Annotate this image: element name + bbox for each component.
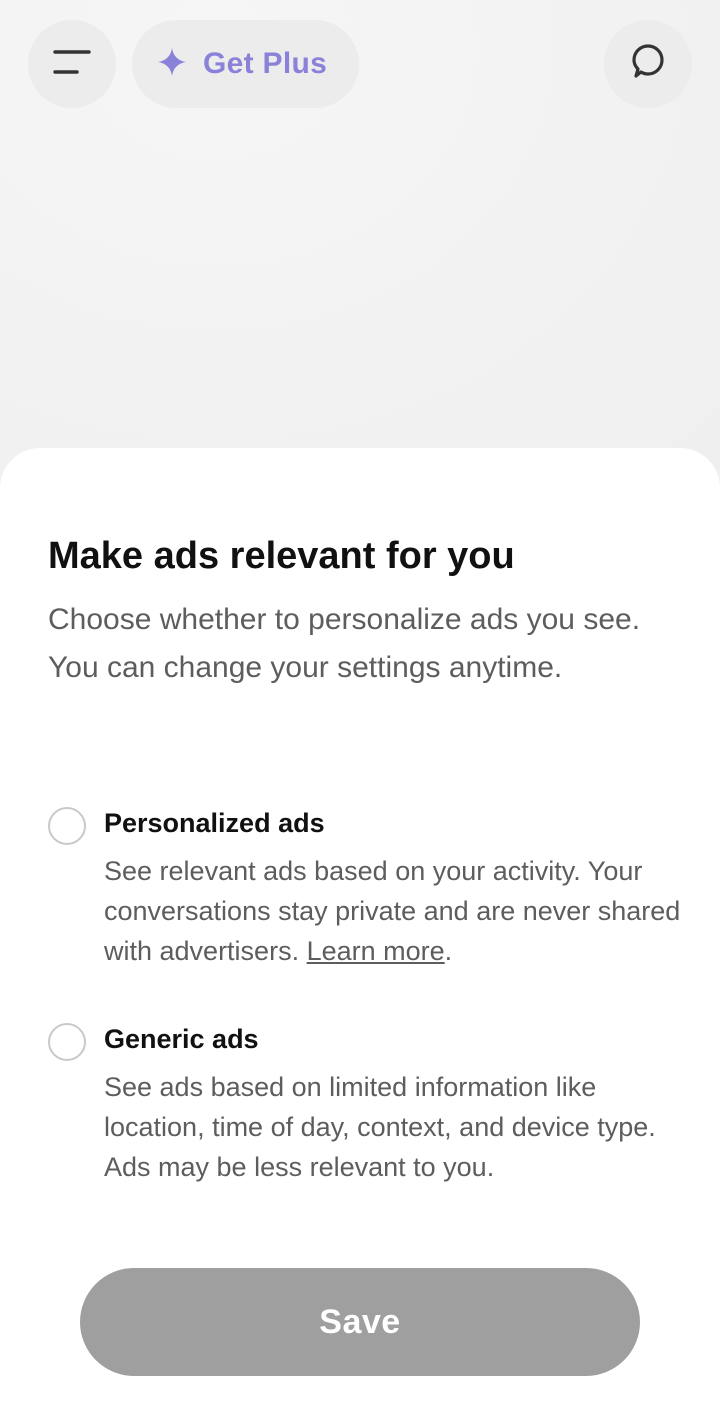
learn-more-suffix: .	[444, 936, 453, 966]
hamburger-menu-icon	[52, 48, 92, 81]
new-chat-button[interactable]	[604, 20, 692, 108]
generic-ads-radio[interactable]	[48, 1023, 86, 1061]
personalized-ads-description: See relevant ads based on your activity.…	[104, 851, 684, 971]
generic-ads-description: See ads based on limited information lik…	[104, 1072, 656, 1182]
chat-bubble-icon	[626, 40, 670, 89]
personalized-ads-radio[interactable]	[48, 807, 86, 845]
get-plus-label: Get Plus	[203, 47, 328, 80]
personalized-ads-title[interactable]: Personalized ads	[104, 803, 325, 843]
sheet-title: Make ads relevant for you	[48, 535, 515, 577]
get-plus-button[interactable]: Get Plus	[132, 20, 359, 108]
save-button[interactable]: Save	[80, 1268, 640, 1376]
menu-button[interactable]	[28, 20, 116, 108]
learn-more-link[interactable]: Learn more	[307, 936, 445, 966]
sparkle-icon	[157, 47, 187, 82]
sheet-description: Choose whether to personalize ads you se…	[48, 603, 641, 684]
generic-ads-title[interactable]: Generic ads	[104, 1019, 259, 1059]
